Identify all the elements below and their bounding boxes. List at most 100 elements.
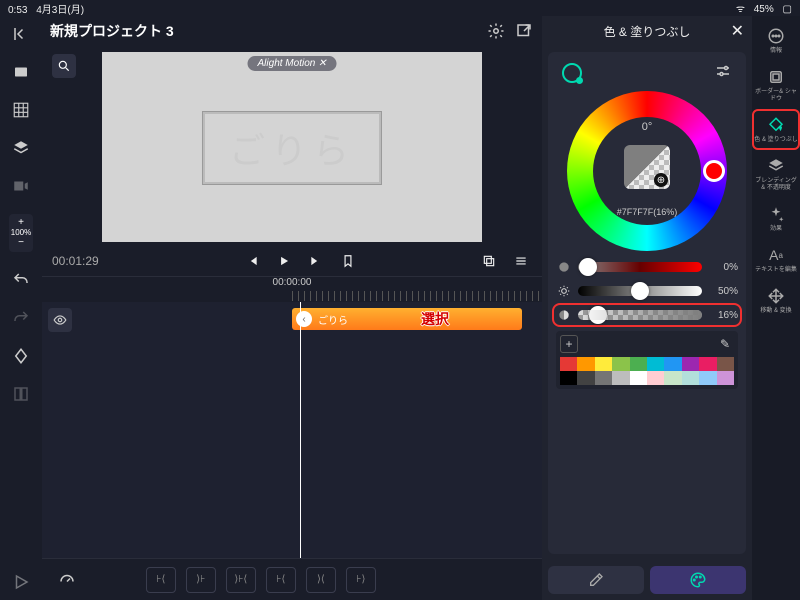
palette-swatch[interactable]	[682, 357, 699, 371]
palette-swatch[interactable]	[699, 371, 716, 385]
palette-swatch[interactable]	[612, 371, 629, 385]
palette-swatch[interactable]	[577, 357, 594, 371]
trim-in-icon[interactable]: ⟩⊦	[186, 567, 216, 593]
palette-swatch[interactable]	[664, 371, 681, 385]
rectangle-icon[interactable]	[11, 62, 31, 82]
palette-swatch[interactable]	[630, 371, 647, 385]
timeline[interactable]: ‹ ごりら 選択	[42, 302, 542, 558]
eyedropper-icon[interactable]	[548, 566, 644, 594]
zoom-control[interactable]: + 100% −	[9, 214, 33, 252]
join-icon[interactable]: ⊦⟨	[266, 567, 296, 593]
menu-icon[interactable]	[510, 250, 532, 272]
speed-icon[interactable]	[52, 567, 82, 593]
clip-label: ごりら	[318, 312, 348, 327]
text-element[interactable]: ごりら	[203, 112, 381, 184]
battery-icon: ▢	[783, 4, 792, 15]
bucket-icon	[766, 115, 786, 135]
keyframe-icon[interactable]	[11, 346, 31, 366]
play-icon[interactable]	[273, 250, 295, 272]
zoom-out-icon[interactable]: −	[11, 238, 31, 248]
transform-tab[interactable]: 移動 & 変換	[754, 282, 798, 319]
adjust-icon[interactable]	[714, 62, 732, 83]
time-ruler[interactable]: 00:00:00	[42, 276, 542, 302]
palette-swatch[interactable]	[664, 357, 681, 371]
copy-icon[interactable]	[478, 250, 500, 272]
palette-swatch[interactable]	[560, 357, 577, 371]
split-icon[interactable]	[11, 384, 31, 404]
color-swatch[interactable]: ⊕	[624, 145, 670, 189]
opacity-slider[interactable]: 16%	[556, 307, 738, 323]
back-icon[interactable]	[11, 24, 31, 44]
opacity-value: 16%	[708, 310, 738, 321]
palette-swatch[interactable]	[560, 371, 577, 385]
playhead[interactable]	[300, 302, 301, 558]
text-tab[interactable]: Aa テキストを編集	[754, 241, 798, 278]
palette-swatch[interactable]	[717, 357, 734, 371]
panel-title: 色 & 塗りつぶし	[604, 23, 691, 40]
close-icon[interactable]: ✕	[731, 21, 744, 41]
trim-end-icon[interactable]: ⊦⟩	[346, 567, 376, 593]
palette-row-2[interactable]	[560, 371, 734, 385]
color-panel: 色 & 塗りつぶし ✕ 0° ⊕ #7F7F7F(16%) 0%	[542, 16, 752, 600]
trim-start-icon[interactable]: ⊦⟨	[146, 567, 176, 593]
lightness-slider[interactable]: 50%	[556, 283, 738, 299]
timecode: 00:01:29	[52, 254, 122, 268]
fill-tab[interactable]: 色 & 塗りつぶし	[754, 111, 798, 148]
palette-swatch[interactable]	[699, 357, 716, 371]
bookmark-icon[interactable]	[337, 250, 359, 272]
export-icon[interactable]	[514, 21, 534, 41]
opacity-icon	[556, 307, 572, 323]
palette-swatch[interactable]	[682, 371, 699, 385]
border-tab[interactable]: ボーダー& シャドウ	[754, 63, 798, 107]
header: 新規プロジェクト 3	[42, 16, 542, 46]
lightness-value: 50%	[708, 286, 738, 297]
timeline-clip[interactable]: ‹ ごりら 選択	[292, 308, 522, 330]
palette-swatch[interactable]	[612, 357, 629, 371]
selection-label: 選択	[348, 309, 522, 329]
info-tab[interactable]: 情報	[754, 22, 798, 59]
play-outline-icon[interactable]	[11, 572, 31, 592]
more-icon	[766, 26, 786, 46]
color-mode-icon[interactable]	[562, 63, 582, 83]
palette-row-1[interactable]	[560, 357, 734, 371]
project-title: 新規プロジェクト 3	[50, 21, 478, 41]
effects-tab[interactable]: 効果	[754, 200, 798, 237]
skip-start-icon[interactable]	[241, 250, 263, 272]
right-toolbar: 情報 ボーダー& シャドウ 色 & 塗りつぶし ブレンディング & 不透明度 効…	[752, 16, 800, 600]
watermark-badge[interactable]: Alight Motion ✕	[248, 56, 337, 71]
palette-swatch[interactable]	[595, 371, 612, 385]
add-swatch-icon[interactable]: +	[560, 335, 578, 353]
bottom-toolbar: ⊦⟨ ⟩⊦ ⟩⊦⟨ ⊦⟨ ⟩⟨ ⊦⟩	[42, 558, 542, 600]
undo-icon[interactable]	[11, 270, 31, 290]
camera-off-icon[interactable]	[11, 176, 31, 196]
canvas[interactable]: Alight Motion ✕ ごりら	[102, 52, 482, 242]
palette-mode-icon[interactable]	[650, 566, 746, 594]
zoom-in-icon[interactable]: +	[11, 218, 31, 228]
settings-icon[interactable]	[486, 21, 506, 41]
palette-swatch[interactable]	[717, 371, 734, 385]
palette-swatch[interactable]	[595, 357, 612, 371]
visibility-icon[interactable]	[48, 308, 72, 332]
color-wheel[interactable]: 0° ⊕ #7F7F7F(16%)	[567, 91, 727, 251]
add-color-icon[interactable]: ⊕	[654, 173, 668, 187]
saturation-slider[interactable]: 0%	[556, 259, 738, 275]
palette-swatch[interactable]	[647, 357, 664, 371]
brightness-icon	[556, 283, 572, 299]
palette-swatch[interactable]	[630, 357, 647, 371]
edit-palette-icon[interactable]: ✎	[716, 335, 734, 353]
status-bar: 0:53 4月3日(月) ᯤ 45% ▢	[0, 0, 800, 16]
blend-tab[interactable]: ブレンディング & 不透明度	[754, 152, 798, 196]
skip-end-icon[interactable]	[305, 250, 327, 272]
status-time: 0:53	[8, 5, 27, 16]
grid-icon[interactable]	[11, 100, 31, 120]
redo-icon[interactable]	[11, 308, 31, 328]
hue-cursor[interactable]	[703, 160, 725, 182]
layers-icon[interactable]	[11, 138, 31, 158]
palette-swatch[interactable]	[577, 371, 594, 385]
search-icon[interactable]	[52, 54, 76, 78]
split-clip-icon[interactable]: ⟩⊦⟨	[226, 567, 256, 593]
clip-handle-icon[interactable]: ‹	[296, 311, 312, 327]
palette-swatch[interactable]	[647, 371, 664, 385]
hex-label: #7F7F7F(16%)	[617, 207, 678, 217]
trim-out-icon[interactable]: ⟩⟨	[306, 567, 336, 593]
